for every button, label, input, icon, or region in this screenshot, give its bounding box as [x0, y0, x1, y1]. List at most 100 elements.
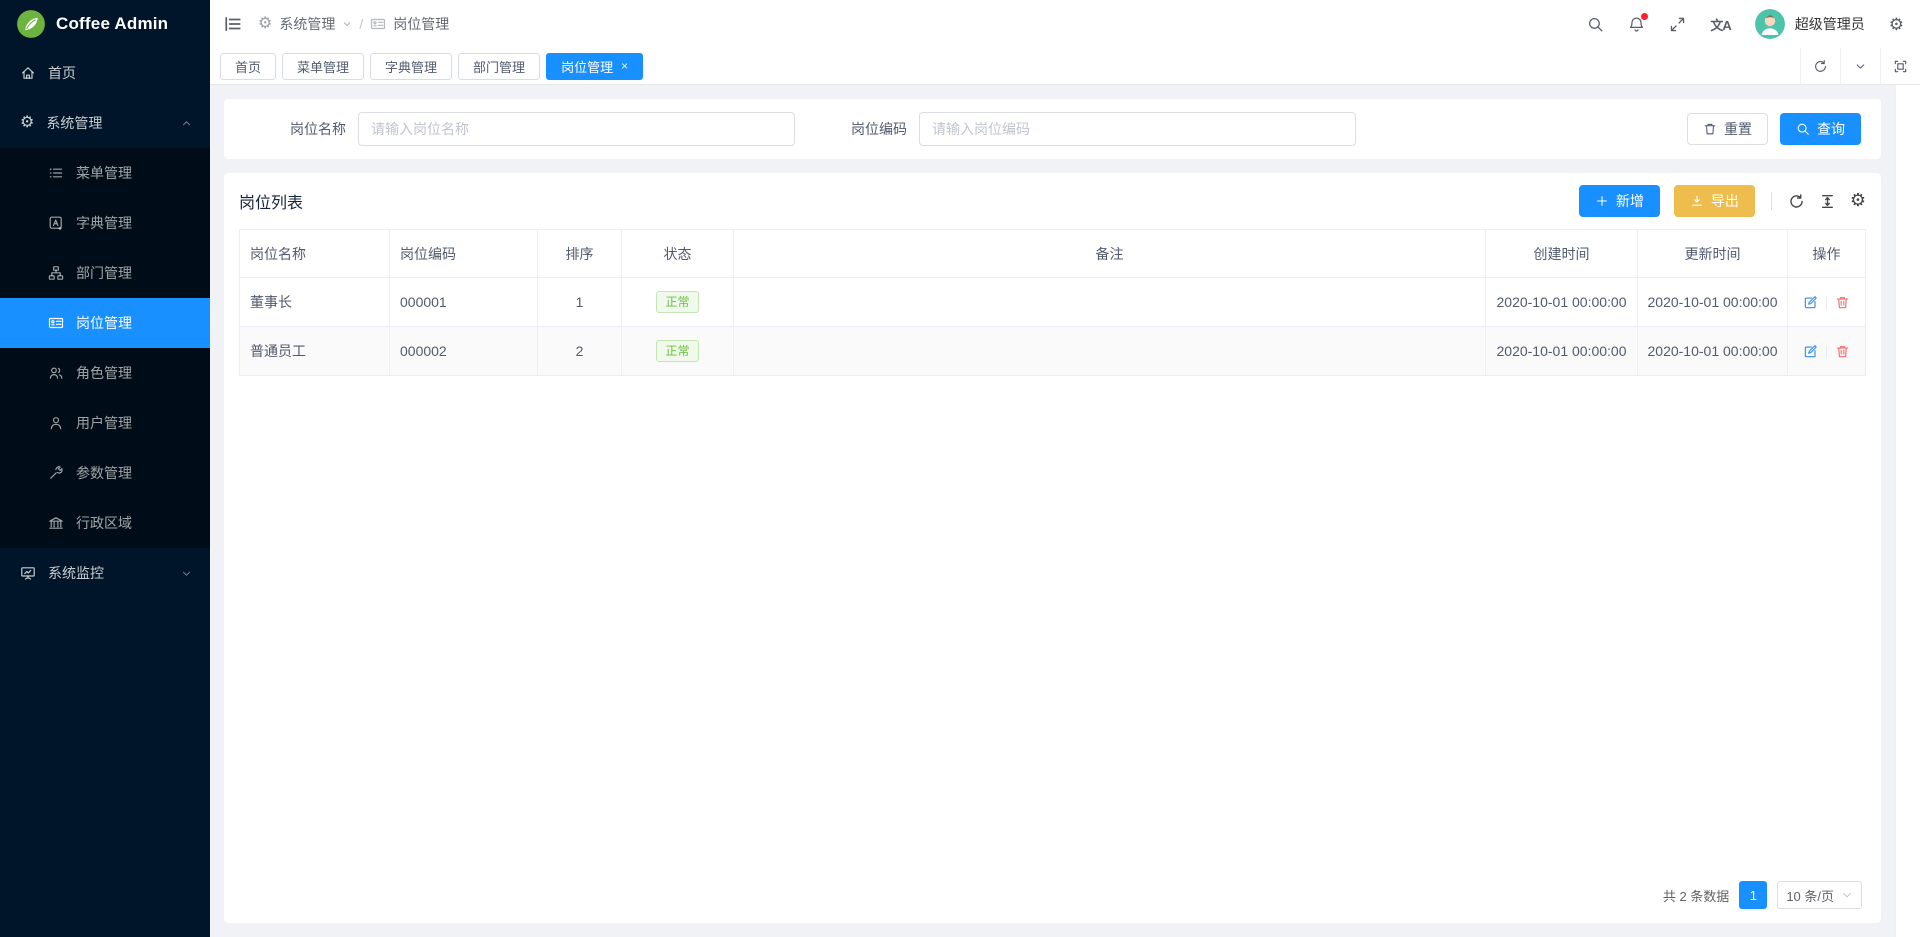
query-button[interactable]: 查询 [1780, 113, 1861, 145]
sidebar-item-home[interactable]: 首页 [0, 48, 210, 98]
delete-icon[interactable] [1835, 295, 1850, 310]
sidebar: Coffee Admin 首页 ⚙ 系统管理 菜单管理 字典管理 部门管理 [0, 0, 210, 937]
add-button[interactable]: 新增 [1579, 185, 1660, 217]
navbar-left: ⚙ 系统管理 / 岗位管理 [224, 14, 449, 34]
post-table: 岗位名称 岗位编码 排序 状态 备注 创建时间 更新时间 操作 董事长 [239, 229, 1866, 376]
sidebar-item-region-mgmt[interactable]: 行政区域 [0, 498, 210, 548]
username: 超级管理员 [1795, 14, 1865, 34]
tab-label: 首页 [235, 57, 261, 76]
body-row: 岗位名称 岗位编码 重置 查询 [210, 85, 1920, 937]
post-code-input[interactable] [919, 112, 1356, 146]
sidebar-item-label: 岗位管理 [76, 313, 132, 333]
post-code-label: 岗位编码 [851, 119, 907, 139]
chevron-up-icon [181, 118, 192, 129]
breadcrumb-level1[interactable]: 系统管理 [279, 14, 335, 34]
sidebar-item-label: 菜单管理 [76, 163, 132, 183]
leaf-logo-icon [16, 9, 46, 39]
edit-icon[interactable] [1803, 344, 1818, 359]
refresh-icon[interactable] [1800, 48, 1840, 84]
cell-created: 2020-10-01 00:00:00 [1486, 278, 1638, 327]
close-icon[interactable]: × [621, 60, 628, 72]
sidebar-item-menu-mgmt[interactable]: 菜单管理 [0, 148, 210, 198]
breadcrumb: ⚙ 系统管理 / 岗位管理 [258, 14, 449, 34]
tab-menu-mgmt[interactable]: 菜单管理 [282, 53, 364, 80]
system-submenu: 菜单管理 字典管理 部门管理 岗位管理 角色管理 用户管理 [0, 148, 210, 548]
sidebar-item-label: 字典管理 [76, 213, 132, 233]
tab-dept-mgmt[interactable]: 部门管理 [458, 53, 540, 80]
delete-icon[interactable] [1835, 344, 1850, 359]
page-button-1[interactable]: 1 [1739, 881, 1767, 909]
user-menu[interactable]: 超级管理员 [1755, 9, 1865, 39]
divider [1826, 345, 1827, 359]
id-card-icon [370, 16, 386, 32]
column-settings-gear-icon[interactable]: ⚙ [1850, 191, 1866, 211]
gear-icon: ⚙ [258, 16, 272, 32]
sidebar-item-role-mgmt[interactable]: 角色管理 [0, 348, 210, 398]
notification-bell-icon[interactable] [1628, 16, 1645, 33]
cell-post-code: 000001 [390, 278, 538, 327]
cell-status: 正常 [622, 278, 734, 327]
row-density-icon[interactable] [1819, 193, 1836, 210]
col-created: 创建时间 [1486, 230, 1638, 278]
search-actions: 重置 查询 [1687, 113, 1861, 145]
add-label: 新增 [1616, 191, 1644, 211]
post-name-field-group: 岗位名称 [290, 112, 795, 146]
notification-dot [1641, 13, 1648, 20]
search-icon[interactable] [1587, 16, 1604, 33]
cell-created: 2020-10-01 00:00:00 [1486, 327, 1638, 376]
table-header-row: 岗位名称 岗位编码 排序 状态 备注 创建时间 更新时间 操作 [240, 230, 1866, 278]
edit-icon[interactable] [1803, 295, 1818, 310]
table-row: 董事长 000001 1 正常 2020-10-01 00:00:00 2020… [240, 278, 1866, 327]
chevron-down-icon [342, 19, 352, 29]
cell-sort: 1 [538, 278, 622, 327]
sidebar-item-dept-mgmt[interactable]: 部门管理 [0, 248, 210, 298]
refresh-icon[interactable] [1788, 193, 1805, 210]
menu-fold-icon[interactable] [224, 15, 242, 33]
sidebar-item-label: 行政区域 [76, 513, 132, 533]
cell-operations [1788, 327, 1866, 376]
tabbar: 首页 菜单管理 字典管理 部门管理 岗位管理 × [210, 48, 1920, 85]
sidebar-item-system[interactable]: ⚙ 系统管理 [0, 98, 210, 148]
navbar-right: 文A 超级管理员 ⚙ [1587, 9, 1904, 39]
post-code-field-group: 岗位编码 [851, 112, 1356, 146]
reset-button[interactable]: 重置 [1687, 113, 1768, 145]
fullscreen-icon[interactable] [1669, 16, 1686, 33]
sidebar-item-dict-mgmt[interactable]: 字典管理 [0, 198, 210, 248]
translate-icon[interactable]: 文A [1710, 15, 1730, 34]
col-post-code: 岗位编码 [390, 230, 538, 278]
search-icon [1796, 122, 1810, 136]
post-name-input[interactable] [358, 112, 795, 146]
dictionary-icon [48, 215, 64, 231]
export-button[interactable]: 导出 [1674, 185, 1755, 217]
divider [1826, 296, 1827, 310]
page-size-select[interactable]: 10 条/页 [1777, 881, 1862, 909]
page-title: 岗位列表 [239, 189, 303, 213]
home-icon [20, 65, 36, 81]
col-operations: 操作 [1788, 230, 1866, 278]
user-icon [48, 415, 64, 431]
tab-post-mgmt[interactable]: 岗位管理 × [546, 53, 643, 80]
sidebar-item-post-mgmt[interactable]: 岗位管理 [0, 298, 210, 348]
chevron-down-icon[interactable] [1840, 48, 1880, 84]
settings-gear-icon[interactable]: ⚙ [1889, 16, 1904, 33]
roles-icon [48, 365, 64, 381]
cell-operations [1788, 278, 1866, 327]
sidebar-menu: 首页 ⚙ 系统管理 菜单管理 字典管理 部门管理 岗位管理 [0, 48, 210, 937]
tab-dict-mgmt[interactable]: 字典管理 [370, 53, 452, 80]
top-navbar: ⚙ 系统管理 / 岗位管理 文A 超级管理员 ⚙ [210, 0, 1920, 48]
tab-controls [1800, 48, 1920, 84]
maximize-icon[interactable] [1880, 48, 1920, 84]
sidebar-item-label: 参数管理 [76, 463, 132, 483]
cell-remark [734, 327, 1486, 376]
sidebar-item-user-mgmt[interactable]: 用户管理 [0, 398, 210, 448]
tab-home[interactable]: 首页 [220, 53, 276, 80]
sidebar-item-label: 部门管理 [76, 263, 132, 283]
export-label: 导出 [1711, 191, 1739, 211]
tab-label: 岗位管理 [561, 57, 613, 76]
sidebar-item-param-mgmt[interactable]: 参数管理 [0, 448, 210, 498]
cell-post-name: 董事长 [240, 278, 390, 327]
sidebar-item-monitor[interactable]: 系统监控 [0, 548, 210, 598]
bank-icon [48, 515, 64, 531]
cell-remark [734, 278, 1486, 327]
post-list-card: 岗位列表 新增 导出 [224, 173, 1881, 923]
